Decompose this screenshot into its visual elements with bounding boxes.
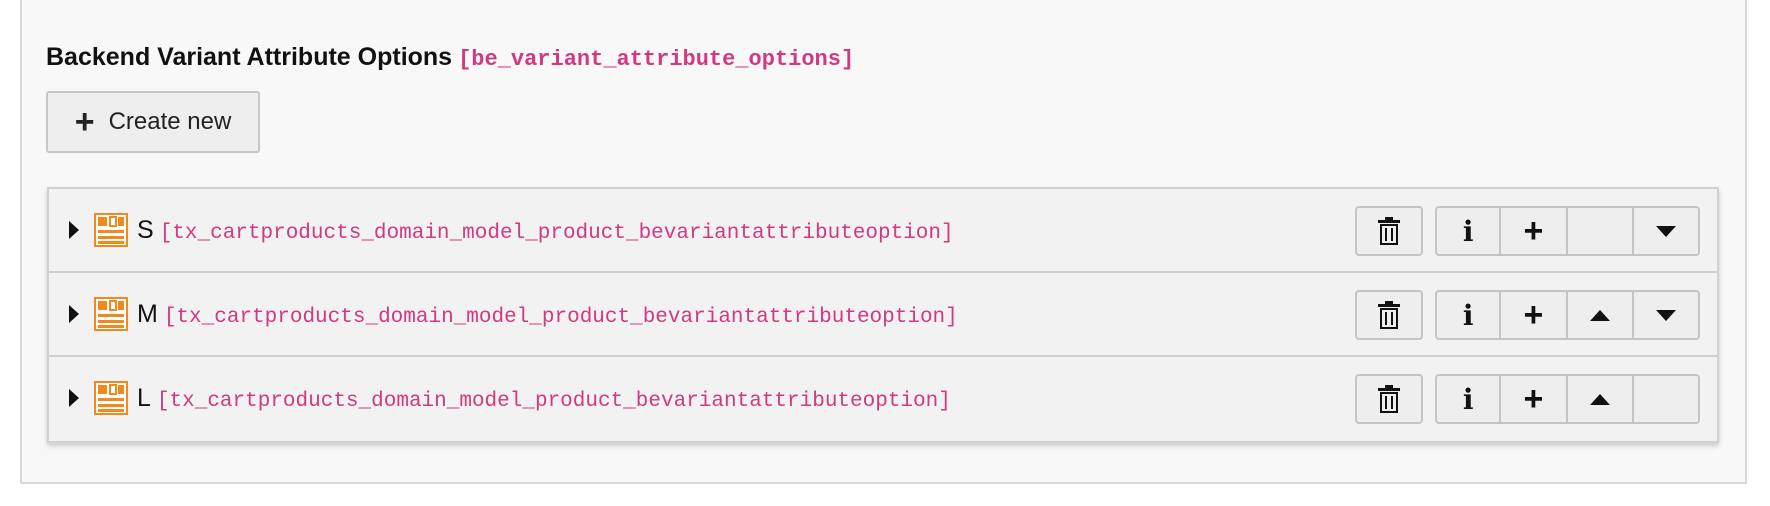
- record-title[interactable]: L [tx_cartproducts_domain_model_product_b…: [137, 383, 951, 413]
- create-new-label: Create new: [108, 108, 232, 135]
- delete-button[interactable]: [1355, 290, 1423, 340]
- arrow-down-icon: [1655, 225, 1676, 237]
- section-title: Backend Variant Attribute Options: [46, 43, 453, 71]
- caret-right-icon[interactable]: [69, 221, 79, 239]
- add-after-button[interactable]: +: [1501, 206, 1568, 256]
- records-list: S [tx_cartproducts_domain_model_product_b…: [47, 187, 1719, 443]
- section-table-name: [be_variant_attribute_options]: [458, 47, 855, 72]
- trash-icon: [1378, 217, 1400, 245]
- info-button[interactable]: i: [1435, 206, 1502, 256]
- record-actions-group: i +: [1435, 206, 1701, 256]
- trash-icon: [1378, 385, 1400, 413]
- record-row: S [tx_cartproducts_domain_model_product_b…: [49, 189, 1717, 273]
- caret-right-icon[interactable]: [69, 305, 79, 323]
- info-button[interactable]: i: [1435, 374, 1502, 424]
- record-title[interactable]: M [tx_cartproducts_domain_model_product_b…: [137, 299, 958, 329]
- plus-icon: +: [1523, 212, 1544, 250]
- add-after-button[interactable]: +: [1501, 374, 1568, 424]
- delete-button[interactable]: [1355, 206, 1423, 256]
- arrow-down-icon: [1655, 309, 1676, 321]
- record-label: S: [137, 216, 154, 244]
- move-up-button[interactable]: [1567, 374, 1634, 424]
- move-up-button[interactable]: [1567, 290, 1634, 340]
- record-table-name: [tx_cartproducts_domain_model_product_be…: [156, 390, 951, 413]
- add-after-button[interactable]: +: [1501, 290, 1568, 340]
- record-table-name: [tx_cartproducts_domain_model_product_be…: [163, 306, 958, 329]
- info-icon: i: [1462, 298, 1474, 332]
- plus-icon: +: [1523, 380, 1544, 418]
- info-icon: i: [1462, 214, 1474, 248]
- move-up-placeholder: [1567, 206, 1634, 256]
- record-label: L: [137, 384, 151, 412]
- plus-icon: +: [1523, 296, 1544, 334]
- record-icon: [94, 381, 128, 415]
- plus-icon: +: [74, 103, 95, 141]
- move-down-button[interactable]: [1633, 206, 1701, 256]
- arrow-up-icon: [1589, 393, 1610, 405]
- create-new-button[interactable]: + Create new: [46, 91, 260, 153]
- caret-right-icon[interactable]: [69, 389, 79, 407]
- info-button[interactable]: i: [1435, 290, 1502, 340]
- trash-icon: [1378, 301, 1400, 329]
- record-row: M [tx_cartproducts_domain_model_product_b…: [49, 273, 1717, 357]
- move-down-placeholder: [1633, 374, 1701, 424]
- record-icon: [94, 297, 128, 331]
- record-icon: [94, 213, 128, 247]
- record-table-name: [tx_cartproducts_domain_model_product_be…: [159, 222, 954, 245]
- record-title[interactable]: S [tx_cartproducts_domain_model_product_b…: [137, 215, 954, 245]
- record-label: M: [137, 300, 158, 328]
- record-row: L [tx_cartproducts_domain_model_product_b…: [49, 357, 1717, 441]
- section-heading: Backend Variant Attribute Options [be_var…: [46, 42, 854, 72]
- record-actions-group: i +: [1435, 374, 1701, 424]
- record-actions-group: i +: [1435, 290, 1701, 340]
- move-down-button[interactable]: [1633, 290, 1701, 340]
- delete-button[interactable]: [1355, 374, 1423, 424]
- arrow-up-icon: [1589, 309, 1610, 321]
- info-icon: i: [1462, 382, 1474, 416]
